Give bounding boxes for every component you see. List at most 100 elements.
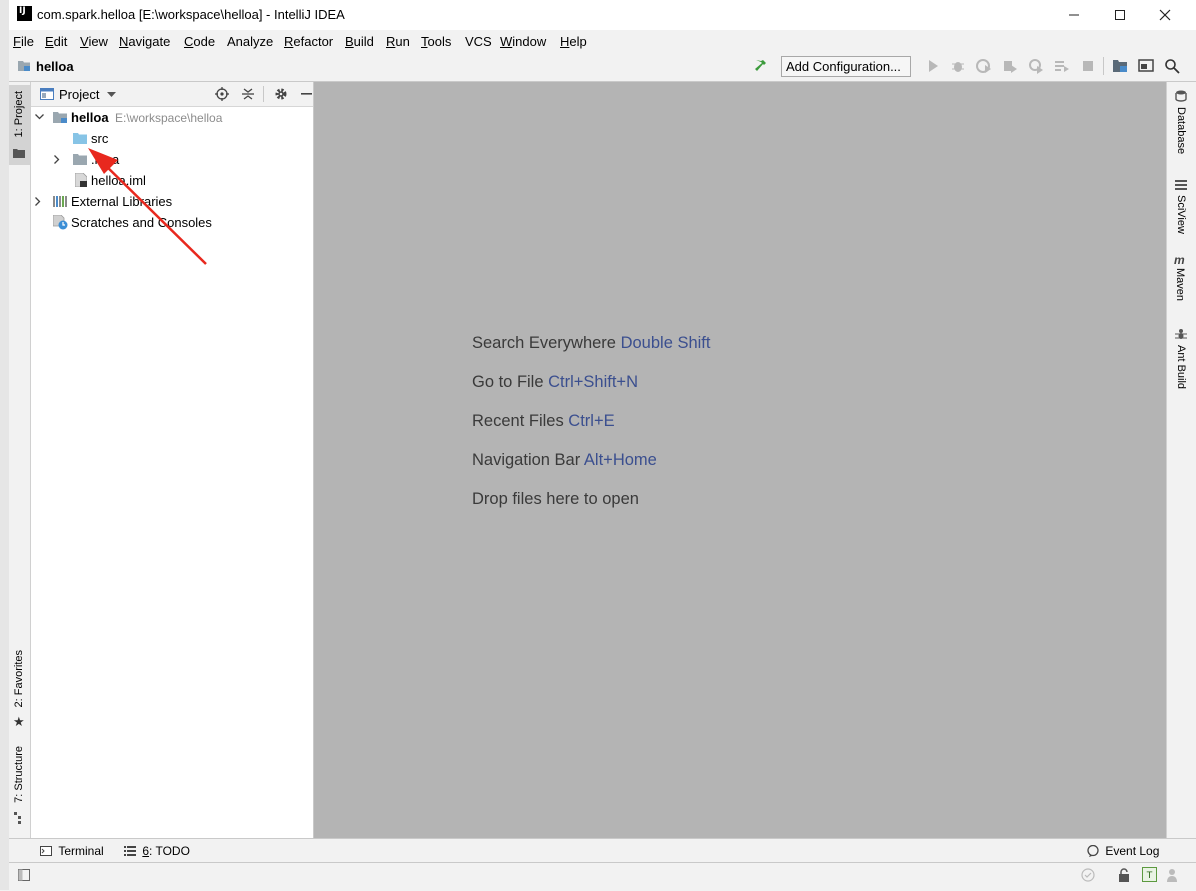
ant-build-tool-button[interactable]: Ant Build [1175,328,1187,389]
hint-drop-files: Drop files here to open [472,490,639,508]
minimize-icon[interactable] [1051,0,1097,30]
no-problems-icon[interactable] [1081,868,1095,882]
libraries-icon [53,196,67,207]
project-folder-icon [18,61,30,71]
folder-icon [73,154,87,165]
project-tool-button[interactable]: 1: Project [9,85,30,165]
tree-row-iml[interactable]: helloa.iml [31,170,313,191]
ant-icon [1175,329,1187,339]
tree-label-idea: .idea [91,152,120,167]
project-tool-label: 1: Project [13,91,25,138]
concurrency-icon[interactable] [1028,58,1044,74]
tree-row-scratches[interactable]: Scratches and Consoles [31,212,313,233]
close-icon[interactable] [1142,0,1188,30]
project-panel-header: Project [31,82,313,107]
chevron-right-icon[interactable] [35,197,41,206]
ant-build-tool-label: Ant Build [1175,345,1187,390]
structure-icon [14,812,21,824]
hint-recent-files: Recent Files Ctrl+E [472,412,615,430]
event-log-icon [1087,844,1099,857]
event-log-button[interactable]: Event Log [1087,844,1159,858]
presentation-mode-icon[interactable] [1138,58,1154,74]
todo-tool-button[interactable]: 6: TODO [124,844,190,858]
collapse-all-icon[interactable] [242,87,254,101]
sciview-tool-button[interactable]: SciView [1175,178,1187,234]
menu-build[interactable]: Build [345,34,374,49]
tree-path-helloa: E:\workspace\helloa [115,111,223,125]
source-folder-icon [73,133,87,144]
add-configuration-button[interactable]: Add Configuration... [781,56,911,77]
breadcrumb-project[interactable]: helloa [36,59,74,74]
database-tool-button[interactable]: Database [1175,90,1187,154]
tree-label-iml: helloa.iml [91,173,146,188]
run-list-icon[interactable] [1054,58,1070,74]
title-bar: IJ com.spark.helloa [E:\workspace\helloa… [9,0,1196,30]
sciview-icon [1175,180,1187,190]
hint-go-to-file: Go to File Ctrl+Shift+N [472,373,638,391]
menu-vcs[interactable]: VCS [465,34,492,49]
menu-window[interactable]: Window [500,34,546,49]
editor-empty-area[interactable]: Search Everywhere Double Shift Go to Fil… [314,82,1166,838]
hint-navigation-bar: Navigation Bar Alt+Home [472,451,657,469]
tree-row-helloa[interactable]: helloa E:\workspace\helloa [31,107,313,128]
chevron-right-icon[interactable] [54,155,60,164]
maven-icon: m [1174,253,1185,267]
project-view-dropdown[interactable]: Project [59,87,99,102]
hint-search-everywhere: Search Everywhere Double Shift [472,334,711,352]
search-icon[interactable] [1164,58,1180,74]
menu-view[interactable]: View [80,34,108,49]
tree-row-idea[interactable]: .idea [31,149,313,170]
menu-refactor[interactable]: Refactor [284,34,333,49]
chevron-down-icon[interactable] [35,114,44,120]
gear-icon[interactable] [274,87,288,101]
tree-row-src[interactable]: src [31,128,313,149]
menu-navigate[interactable]: Navigate [119,34,170,49]
project-tool-window: Project helloa E:\workspace\helloa src .… [31,82,314,838]
run-icon[interactable] [925,58,941,74]
menu-file[interactable]: File [13,34,34,49]
svg-text:T: T [1146,871,1153,881]
inspection-widget-icon[interactable]: T [1142,867,1157,882]
navigation-toolbar: helloa Add Configuration... [9,52,1196,82]
menu-tools[interactable]: Tools [421,34,451,49]
intellij-app-icon: IJ [17,6,32,21]
structure-tool-label[interactable]: 7: Structure [13,746,25,803]
window-title: com.spark.helloa [E:\workspace\helloa] -… [37,7,345,22]
tree-row-external-libraries[interactable]: External Libraries [31,191,313,212]
run-coverage-icon[interactable] [976,58,992,74]
status-bar: T [9,862,1196,891]
lock-icon[interactable] [1118,868,1130,882]
todo-label: : TODO [149,844,190,858]
build-hammer-icon[interactable] [753,57,771,75]
database-tool-label: Database [1175,107,1187,155]
tree-label-scratches: Scratches and Consoles [71,215,212,230]
menu-code[interactable]: Code [184,34,215,49]
menu-analyze[interactable]: Analyze [227,34,273,49]
scratches-icon [53,215,68,230]
toggle-tool-windows-icon[interactable] [18,869,30,881]
menu-edit[interactable]: Edit [45,34,67,49]
debug-icon[interactable] [950,58,966,74]
stop-icon[interactable] [1080,58,1096,74]
header-separator [263,86,264,102]
locate-file-icon[interactable] [215,87,229,101]
event-log-label: Event Log [1105,844,1160,858]
ide-window: IJ com.spark.helloa [E:\workspace\helloa… [9,0,1196,891]
menu-help[interactable]: Help [560,34,587,49]
todo-list-icon [124,846,136,856]
maven-tool-label: Maven [1174,268,1186,302]
database-icon [1175,90,1187,102]
module-folder-icon [53,112,67,123]
menu-run[interactable]: Run [386,34,410,49]
bottom-tool-bar: Terminal 6: TODO Event Log [9,838,1196,863]
maximize-icon[interactable] [1097,0,1143,30]
project-structure-icon[interactable] [1112,58,1128,74]
sciview-tool-label: SciView [1175,195,1187,234]
profile-icon[interactable] [1002,58,1018,74]
chevron-down-icon[interactable] [107,92,116,98]
maven-tool-button[interactable]: m Maven [1174,254,1186,301]
favorites-tool-label[interactable]: 2: Favorites [13,650,25,707]
terminal-tool-button[interactable]: Terminal [40,844,104,858]
hide-panel-icon[interactable] [301,93,312,95]
memory-indicator-icon[interactable] [1166,868,1178,882]
